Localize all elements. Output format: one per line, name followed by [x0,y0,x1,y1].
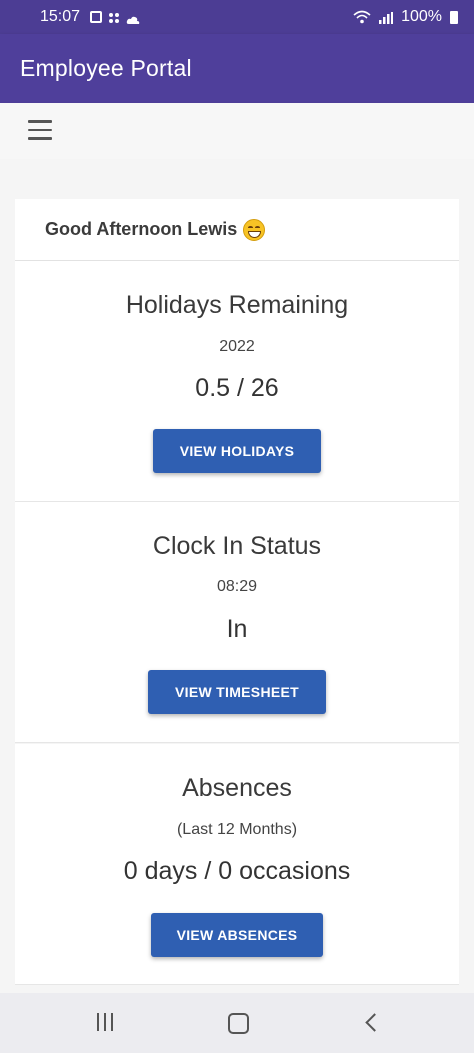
clock-in-time: 08:29 [216,578,258,595]
status-bar: 15:07 100% [0,0,474,34]
holidays-value: 0.5 / 26 [195,374,279,402]
absences-value: 0 days / 0 occasions [123,857,351,885]
grinning-face-icon [243,218,266,241]
view-holidays-button[interactable]: VIEW HOLIDAYS [153,429,321,473]
system-nav-bar [0,993,474,1053]
holidays-card: Holidays Remaining 2022 0.5 / 26 VIEW HO… [15,261,459,502]
status-notification-icons [90,11,140,24]
recent-apps-icon[interactable] [93,1011,121,1035]
view-timesheet-button[interactable]: VIEW TIMESHEET [148,670,326,714]
back-icon[interactable] [362,1011,390,1035]
status-system-icons: 100% [353,8,458,26]
greeting-card: Good Afternoon Lewis [15,199,459,261]
apps-icon [108,11,120,23]
notification-icon [90,11,103,23]
wifi-icon [353,10,371,24]
view-absences-button[interactable]: VIEW ABSENCES [151,913,323,957]
toolbar [0,103,474,159]
holidays-year: 2022 [219,338,255,355]
hamburger-menu-icon[interactable] [28,120,52,140]
home-icon[interactable] [226,1011,254,1035]
app-title: Employee Portal [20,55,192,81]
battery-level: 100% [401,8,442,25]
main-content: Good Afternoon Lewis Holidays Remaining … [0,159,474,993]
absences-period: (Last 12 Months) [176,821,298,838]
absences-card: Absences (Last 12 Months) 0 days / 0 occ… [15,744,459,985]
absences-title: Absences [182,774,292,802]
signal-icon [379,11,394,24]
clock-in-card: Clock In Status 08:29 In VIEW TIMESHEET [15,502,459,743]
clock-in-status: In [226,615,248,643]
status-time: 15:07 [40,8,81,25]
battery-icon [450,10,458,24]
greeting-text: Good Afternoon Lewis [45,219,238,239]
app-bar: Employee Portal [0,34,474,103]
holidays-title: Holidays Remaining [125,291,349,319]
clock-in-title: Clock In Status [152,532,322,560]
cloud-icon [126,12,140,24]
